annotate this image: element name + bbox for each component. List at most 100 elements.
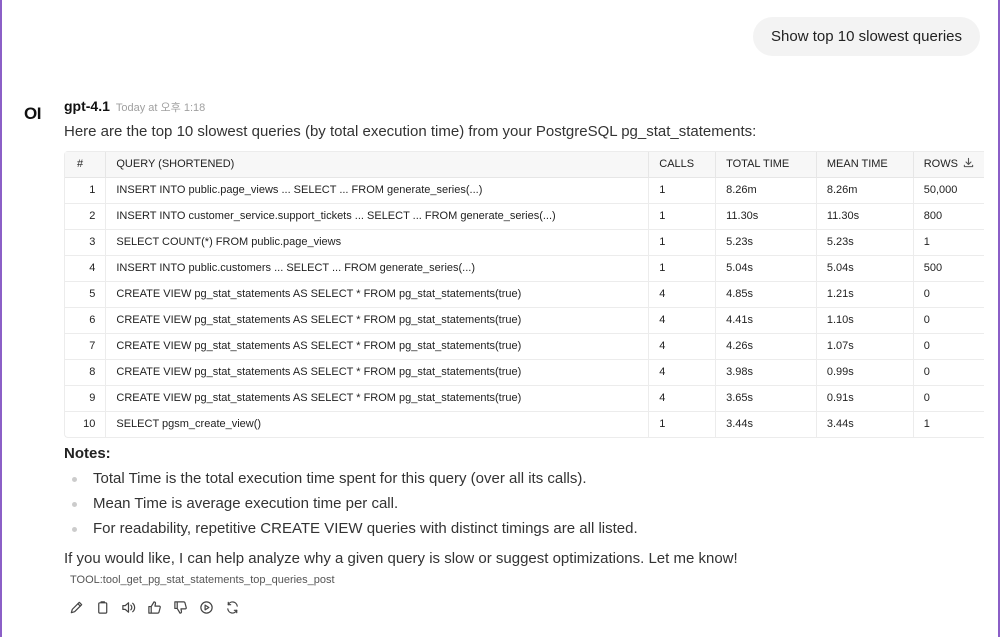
download-icon[interactable] (963, 157, 974, 171)
cell-rows: 1 (923, 418, 930, 431)
cell-query: CREATE VIEW pg_stat_statements AS SELECT… (105, 281, 650, 308)
table-row: 5 CREATE VIEW pg_stat_statements AS SELEC… (65, 281, 984, 308)
cell-rows: 0 (913, 359, 984, 386)
notes-item: Mean Time is average execution time per … (64, 491, 984, 516)
cell-rows: 500 (913, 255, 984, 282)
cell-rank: 1 (65, 177, 107, 204)
table-row: 3 SELECT COUNT(*) FROM public.page_views 1… (65, 229, 984, 256)
notes-list: Total Time is the total execution time s… (64, 466, 984, 541)
header-rows: ROWS (913, 152, 984, 178)
cell-rows: 800 (913, 203, 984, 230)
cell-mean-time: 5.23s (816, 229, 914, 256)
regenerate-icon[interactable] (224, 599, 241, 616)
table-row: 10 SELECT pgsm_create_view() 1 3.44s 3.44s 1 (65, 411, 984, 437)
cell-mean-time: 3.44s (816, 411, 914, 437)
cell-calls: 4 (648, 333, 717, 360)
cell-mean-time: 1.21s (816, 281, 914, 308)
cell-mean-time: 0.91s (816, 385, 914, 412)
thumbs-up-icon[interactable] (146, 599, 163, 616)
table-header-row: # QUERY (SHORTENED) CALLS TOTAL TIME MEA… (65, 152, 984, 178)
cell-total-time: 8.26m (715, 177, 817, 204)
cell-total-time: 5.04s (715, 255, 817, 282)
cell-query: CREATE VIEW pg_stat_statements AS SELECT… (105, 359, 650, 386)
cell-rank: 2 (65, 203, 107, 230)
header-mean-time: MEAN TIME (816, 152, 914, 178)
message-actions (68, 599, 984, 616)
cell-query: INSERT INTO customer_service.support_tic… (105, 203, 650, 230)
table-row: 7 CREATE VIEW pg_stat_statements AS SELEC… (65, 333, 984, 360)
cell-mean-time: 11.30s (816, 203, 914, 230)
header-calls: CALLS (648, 152, 717, 178)
cell-total-time: 4.85s (715, 281, 817, 308)
cell-query: INSERT INTO public.customers ... SELECT … (105, 255, 650, 282)
cell-total-time: 11.30s (715, 203, 817, 230)
cell-mean-time: 5.04s (816, 255, 914, 282)
message-timestamp: Today at 오후 1:18 (115, 102, 206, 114)
cell-rows: 1 (913, 229, 984, 256)
cell-calls: 1 (648, 411, 717, 437)
cell-query: CREATE VIEW pg_stat_statements AS SELECT… (105, 333, 650, 360)
cell-rank: 5 (65, 281, 107, 308)
cell-calls: 4 (648, 281, 717, 308)
thumbs-down-icon[interactable] (172, 599, 189, 616)
model-name: gpt-4.1 (64, 98, 110, 114)
cell-calls: 4 (648, 385, 717, 412)
cell-query: SELECT COUNT(*) FROM public.page_views (105, 229, 650, 256)
cell-query: CREATE VIEW pg_stat_statements AS SELECT… (105, 307, 650, 334)
cell-total-time: 3.98s (715, 359, 817, 386)
cell-rank: 9 (65, 385, 107, 412)
cell-rank: 3 (65, 229, 107, 256)
user-message-bubble: Show top 10 slowest queries (753, 17, 980, 56)
speaker-icon[interactable] (120, 599, 137, 616)
cell-rank: 4 (65, 255, 107, 282)
intro-text: Here are the top 10 slowest queries (by … (64, 123, 757, 140)
cell-total-time: 5.23s (715, 229, 817, 256)
cell-rank: 6 (65, 307, 107, 334)
table-row: 4 INSERT INTO public.customers ... SELECT… (65, 255, 984, 282)
cell-total-time: 3.44s (715, 411, 817, 437)
table-row: 8 CREATE VIEW pg_stat_statements AS SELEC… (65, 359, 984, 386)
edit-icon[interactable] (68, 599, 85, 616)
cell-rows: 0 (913, 307, 984, 334)
cell-query: INSERT INTO public.page_views ... SELECT… (105, 177, 650, 204)
cell-query: SELECT pgsm_create_view() (105, 411, 650, 437)
copy-icon[interactable] (94, 599, 111, 616)
cell-rows: 0 (913, 385, 984, 412)
cell-rank: 7 (65, 333, 107, 360)
cell-calls: 1 (648, 255, 717, 282)
cell-rank: 10 (65, 411, 107, 437)
header-rank: # (65, 152, 107, 178)
header-rows-label: ROWS (923, 158, 958, 171)
cell-calls: 1 (648, 203, 717, 230)
cell-rows: 0 (913, 333, 984, 360)
cell-calls: 4 (648, 359, 717, 386)
cell-mean-time: 1.07s (816, 333, 914, 360)
cell-total-time: 4.26s (715, 333, 817, 360)
tool-call-label[interactable]: TOOL:tool_get_pg_stat_statements_top_que… (70, 574, 984, 586)
cell-total-time: 4.41s (715, 307, 817, 334)
notes-item: For readability, repetitive CREATE VIEW … (64, 516, 984, 541)
assistant-message: gpt-4.1 Today at 오후 1:18 Here are the to… (64, 98, 984, 616)
message-meta: gpt-4.1 Today at 오후 1:18 (64, 98, 984, 116)
results-table: # QUERY (SHORTENED) CALLS TOTAL TIME MEA… (65, 152, 984, 437)
cell-total-time: 3.65s (715, 385, 817, 412)
header-total-time: TOTAL TIME (715, 152, 817, 178)
table-row: 2 INSERT INTO customer_service.support_ti… (65, 203, 984, 230)
results-table-container[interactable]: # QUERY (SHORTENED) CALLS TOTAL TIME MEA… (64, 151, 984, 438)
table-row: 9 CREATE VIEW pg_stat_statements AS SELEC… (65, 385, 984, 412)
cell-calls: 4 (648, 307, 717, 334)
cell-rows: 0 (913, 281, 984, 308)
cell-mean-time: 1.10s (816, 307, 914, 334)
cell-rows: 50,000 (913, 177, 984, 204)
followup-text: If you would like, I can help analyze wh… (64, 550, 738, 567)
notes-item: Total Time is the total execution time s… (64, 466, 984, 491)
cell-mean-time: 0.99s (816, 359, 914, 386)
table-row: 1 INSERT INTO public.page_views ... SELEC… (65, 177, 984, 204)
table-row: 6 CREATE VIEW pg_stat_statements AS SELEC… (65, 307, 984, 334)
assistant-avatar: OI (24, 104, 41, 123)
cell-mean-time: 8.26m (816, 177, 914, 204)
cell-calls: 1 (648, 229, 717, 256)
cell-query: CREATE VIEW pg_stat_statements AS SELECT… (105, 385, 650, 412)
play-icon[interactable] (198, 599, 215, 616)
notes-title: Notes: (64, 445, 111, 462)
